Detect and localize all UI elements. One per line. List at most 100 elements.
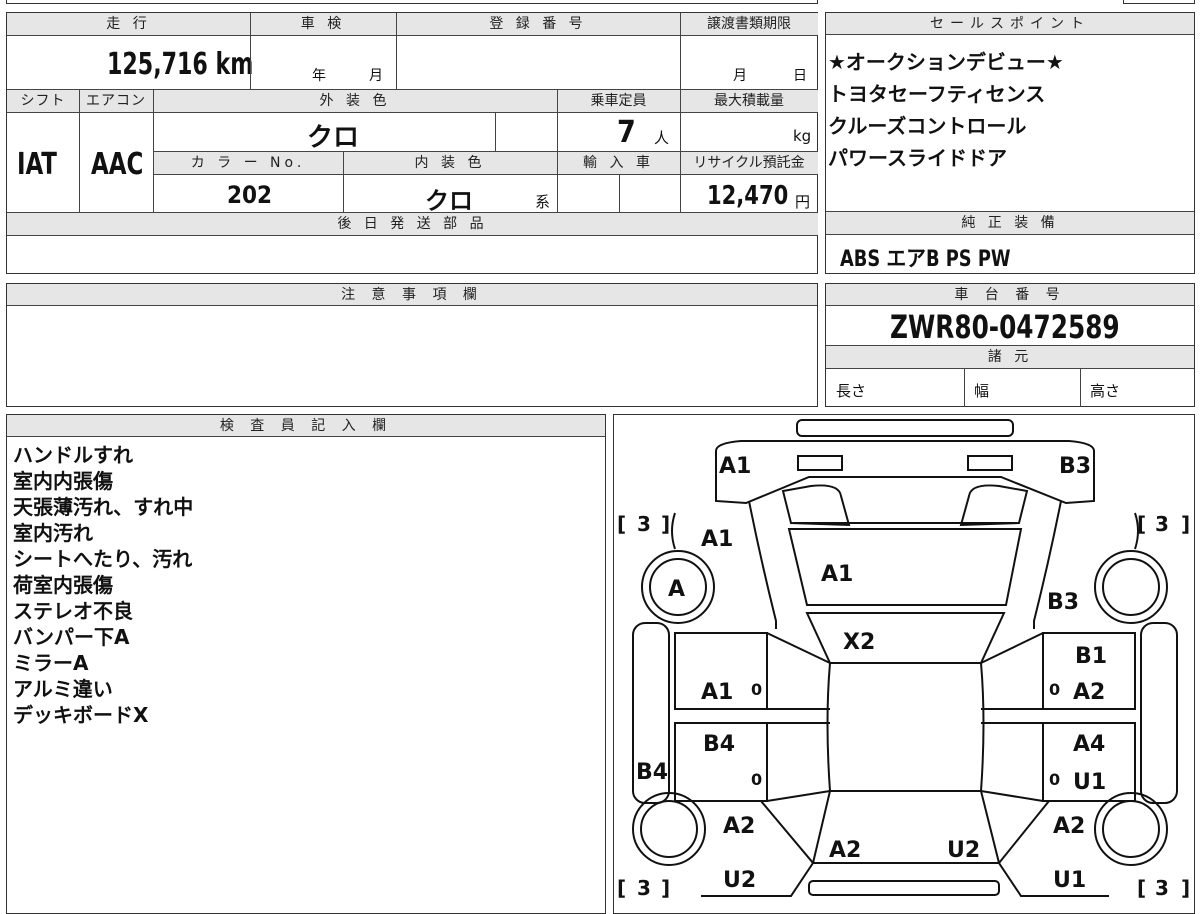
- svg-text:[: [: [617, 876, 626, 900]
- car-damage-diagram: A1 B3 A1 A1 A B3 X2 B1 A1 A2 B4 A4 B4 U1…: [617, 419, 1190, 900]
- svg-text:]: ]: [661, 876, 670, 900]
- svg-text:[: [: [1137, 512, 1146, 536]
- tire-tread-rear-left: 3: [637, 876, 651, 900]
- chassis-number: ZWR80-0472589: [890, 308, 1120, 346]
- mileage-value: 125,716 km: [107, 47, 254, 82]
- notes-panel: 注 意 事 項 欄: [6, 283, 818, 407]
- top-strip: [6, 0, 818, 4]
- specs-title: 諸 元: [826, 346, 1194, 368]
- recycle-fee-label: リサイクル預託金: [680, 152, 818, 174]
- equipment-value: ABS エアB PS PW: [840, 247, 1011, 272]
- mark-zero: 0: [751, 680, 762, 699]
- inspector-note: 室内内張傷: [13, 469, 113, 493]
- mark-door-right-rear: A4: [1073, 732, 1105, 757]
- aircon-value: AAC: [91, 147, 144, 182]
- inspector-note: 天張薄汚れ、すれ中: [13, 495, 194, 519]
- sales-point-line: ★オークションデビュー★: [828, 50, 1064, 74]
- spec-width: 幅: [974, 382, 990, 400]
- mileage-label: 走 行: [7, 13, 250, 35]
- inspector-note: ハンドルすれ: [13, 443, 133, 467]
- mark-fender-left: A1: [701, 527, 733, 552]
- chassis-title: 車 台 番 号: [826, 284, 1194, 306]
- top-strip-right: [1123, 0, 1195, 4]
- inspector-note: アルミ違い: [13, 677, 113, 701]
- exterior-color-value: クロ: [307, 123, 360, 153]
- mark-door-left-rear: B4: [703, 732, 735, 757]
- svg-text:[: [: [1137, 876, 1146, 900]
- exterior-color-label: 外 装 色: [153, 90, 557, 112]
- shift-label: シフト: [7, 90, 79, 112]
- mark-zero: 0: [1049, 680, 1060, 699]
- capacity-unit: 人: [654, 129, 670, 147]
- interior-color-label: 内 装 色: [343, 152, 557, 174]
- mark-front-right: B3: [1059, 454, 1091, 479]
- sales-point-line: トヨタセーフティセンス: [828, 82, 1046, 106]
- svg-text:]: ]: [1181, 512, 1190, 536]
- inspection-month: 月: [369, 68, 383, 84]
- tire-tread-front-right: 3: [1155, 512, 1169, 536]
- inspector-note: 室内汚れ: [13, 521, 93, 545]
- capacity-label: 乗車定員: [557, 90, 680, 112]
- transfer-day: 日: [793, 68, 807, 84]
- mark-wheel-left-front: A: [668, 577, 685, 602]
- mark-side-right: U1: [1073, 770, 1106, 795]
- mark-windshield: X2: [843, 630, 875, 655]
- recycle-fee-value: 12,470: [707, 181, 789, 211]
- svg-text:[: [: [617, 512, 626, 536]
- spec-length: 長さ: [836, 382, 867, 400]
- interior-color-suffix: 系: [535, 193, 551, 211]
- color-no-value: 202: [227, 181, 273, 209]
- later-parts-label: 後 日 発 送 部 品: [7, 213, 818, 235]
- color-no-label: カ ラ ー No.: [153, 152, 343, 174]
- tire-tread-rear-right: 3: [1155, 876, 1169, 900]
- mark-quarter-left: A2: [723, 814, 755, 839]
- equipment-title: 純 正 装 備: [826, 212, 1194, 234]
- car-diagram-panel: A1 B3 A1 A1 A B3 X2 B1 A1 A2 B4 A4 B4 U1…: [613, 414, 1195, 914]
- inspector-title: 検 査 員 記 入 欄: [7, 415, 605, 437]
- inspection-label: 車 検: [250, 13, 396, 35]
- sales-points-panel: セールスポイント ★オークションデビュー★ トヨタセーフティセンス クルーズコン…: [825, 12, 1195, 274]
- sales-point-line: クルーズコントロール: [828, 114, 1027, 138]
- inspector-note: ミラーA: [13, 651, 89, 675]
- inspector-note: シートへたり、汚れ: [13, 547, 193, 571]
- sales-points-title: セールスポイント: [826, 13, 1194, 35]
- mark-rear-left: A2: [829, 838, 861, 863]
- mark-side-left: B4: [636, 760, 668, 785]
- sales-points-list: ★オークションデビュー★ トヨタセーフティセンス クルーズコントロール パワース…: [828, 46, 1064, 174]
- transfer-deadline-label: 譲渡書類期限: [680, 13, 818, 35]
- mark-quarter-right: A2: [1053, 814, 1085, 839]
- mark-hood: A1: [821, 562, 853, 587]
- svg-text:]: ]: [1181, 876, 1190, 900]
- registration-label: 登 録 番 号: [396, 13, 680, 35]
- shift-value: IAT: [17, 147, 57, 182]
- transfer-month: 月: [733, 68, 747, 84]
- mark-bumper-left: U2: [723, 868, 756, 893]
- mark-fender-right: B3: [1047, 590, 1079, 615]
- aircon-label: エアコン: [79, 90, 153, 112]
- inspector-note: バンパー下A: [13, 625, 130, 649]
- mark-door-left-front: A1: [701, 680, 733, 705]
- import-label: 輸 入 車: [557, 152, 680, 174]
- max-load-unit: kg: [793, 127, 812, 145]
- inspector-panel: 検 査 員 記 入 欄 ハンドルすれ 室内内張傷 天張薄汚れ、すれ中 室内汚れ …: [6, 414, 606, 914]
- chassis-panel: 車 台 番 号 ZWR80-0472589 諸 元 長さ 幅 高さ: [825, 283, 1195, 407]
- sales-point-line: パワースライドドア: [828, 146, 1007, 170]
- mark-bumper-right: U1: [1053, 868, 1086, 893]
- spec-height: 高さ: [1090, 382, 1121, 400]
- tire-tread-front-left: 3: [637, 512, 651, 536]
- inspection-year: 年: [312, 68, 326, 84]
- mark-pillar-right: B1: [1075, 644, 1107, 669]
- mark-zero: 0: [751, 770, 762, 789]
- summary-table: 走 行 車 検 登 録 番 号 譲渡書類期限 125,716 km 年 月 月 …: [6, 12, 818, 274]
- notes-title: 注 意 事 項 欄: [7, 284, 817, 306]
- svg-text:]: ]: [661, 512, 670, 536]
- capacity-value: 7: [617, 115, 636, 150]
- inspector-note: 荷室内張傷: [13, 573, 113, 597]
- interior-color-value: クロ: [425, 187, 473, 215]
- mark-front-left: A1: [719, 454, 751, 479]
- inspector-note: ステレオ不良: [13, 599, 133, 623]
- max-load-label: 最大積載量: [680, 90, 818, 112]
- mark-zero: 0: [1049, 770, 1060, 789]
- mark-rear-right: U2: [947, 838, 980, 863]
- inspector-note: デッキボードX: [13, 703, 149, 727]
